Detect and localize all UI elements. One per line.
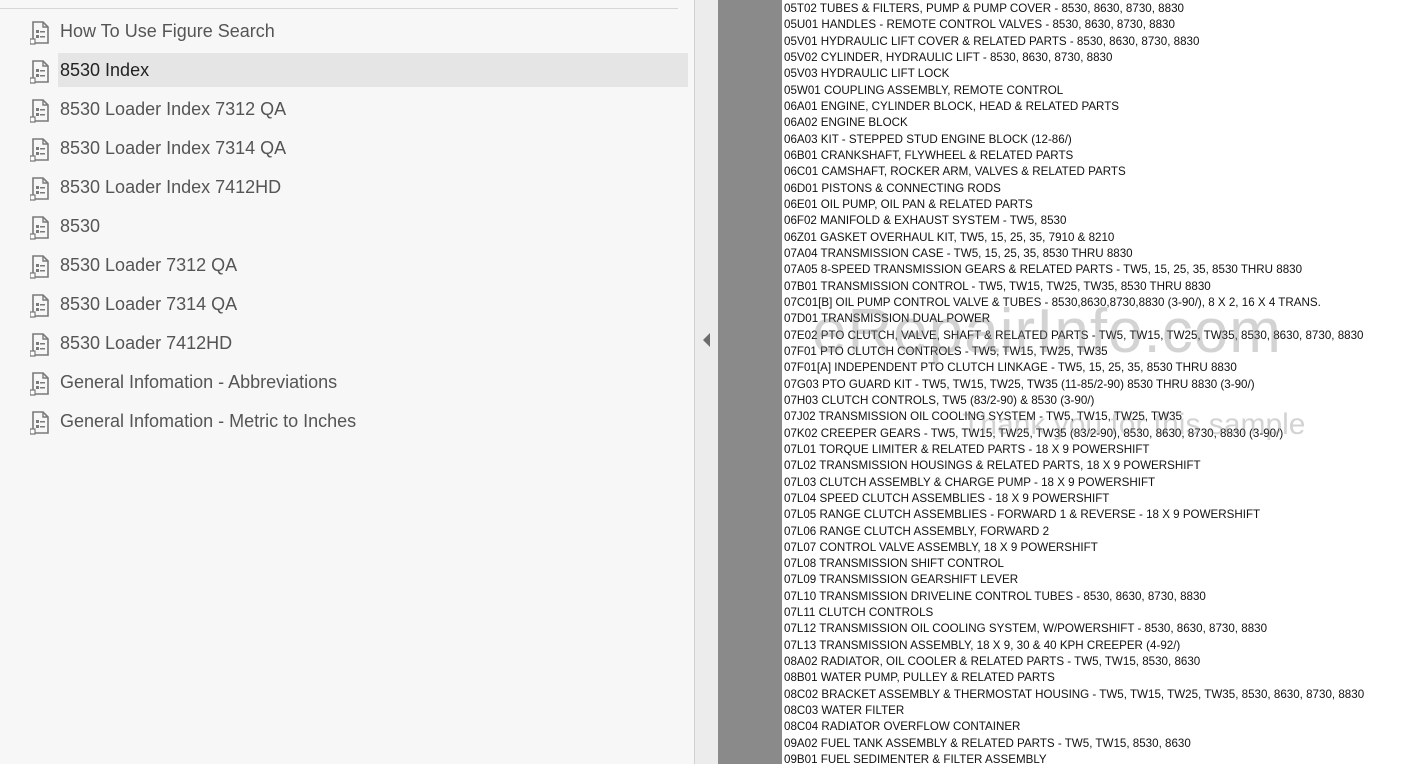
bookmark-label: General Infomation - Metric to Inches — [60, 411, 357, 431]
index-entry: 07L06 RANGE CLUTCH ASSEMBLY, FORWARD 2 — [784, 524, 1050, 538]
index-entry: 07F01 PTO CLUTCH CONTROLS - TW5, TW15, T… — [784, 344, 1108, 358]
page-bookmark-icon — [29, 216, 52, 240]
bookmark-label: 8530 Loader 7312 QA — [60, 255, 238, 275]
index-entry: 09B01 FUEL SEDIMENTER & FILTER ASSEMBLY — [784, 753, 1047, 764]
bookmark-label: How To Use Figure Search — [60, 21, 275, 41]
index-entry: 07F01[A] INDEPENDENT PTO CLUTCH LINKAGE … — [784, 361, 1237, 375]
page-bookmark-icon — [29, 21, 52, 45]
index-entry: 08B01 WATER PUMP, PULLEY & RELATED PARTS — [784, 671, 1055, 685]
index-entry: 08A02 RADIATOR, OIL COOLER & RELATED PAR… — [784, 655, 1201, 669]
bookmark-item[interactable]: 8530 — [0, 209, 694, 243]
bookmark-item[interactable]: 8530 Loader 7412HD — [0, 326, 694, 360]
index-entry: 07L03 CLUTCH ASSEMBLY & CHARGE PUMP - 18… — [784, 475, 1156, 489]
index-entry: 08C04 RADIATOR OVERFLOW CONTAINER — [784, 720, 1021, 734]
page-bookmark-icon — [29, 333, 52, 357]
index-entry: 07L01 TORQUE LIMITER & RELATED PARTS - 1… — [784, 442, 1150, 456]
page-bookmark-icon — [29, 99, 52, 123]
index-entry: 07A04 TRANSMISSION CASE - TW5, 15, 25, 3… — [784, 246, 1133, 260]
index-entry: 06E01 OIL PUMP, OIL PAN & RELATED PARTS — [784, 197, 1033, 211]
divider — [0, 8, 678, 9]
index-entry: 06B01 CRANKSHAFT, FLYWHEEL & RELATED PAR… — [784, 148, 1074, 162]
index-list: 05T02 TUBES & FILTERS, PUMP & PUMP COVER… — [784, 1, 1364, 764]
index-entry: 06A01 ENGINE, CYLINDER BLOCK, HEAD & REL… — [784, 99, 1120, 113]
bookmark-label: 8530 Index — [60, 60, 150, 80]
bookmarks-panel: How To Use Figure Search 8530 Index 8530 L… — [0, 0, 694, 764]
bookmark-item[interactable]: 8530 Loader Index 7312 QA — [0, 92, 694, 126]
page-bookmark-icon — [29, 255, 52, 279]
index-entry: 07L05 RANGE CLUTCH ASSEMBLIES - FORWARD … — [784, 508, 1261, 522]
bookmark-label: 8530 Loader Index 7412HD — [60, 177, 282, 197]
index-entry: 05U01 HANDLES - REMOTE CONTROL VALVES - … — [784, 18, 1175, 32]
index-entry: 06D01 PISTONS & CONNECTING RODS — [784, 181, 1001, 195]
bookmark-label: 8530 Loader Index 7314 QA — [60, 138, 287, 158]
bookmark-label: 8530 — [60, 216, 101, 236]
index-entry: 05V02 CYLINDER, HYDRAULIC LIFT - 8530, 8… — [784, 50, 1113, 64]
index-entry: 07H03 CLUTCH CONTROLS, TW5 (83/2-90) & 8… — [784, 393, 1095, 407]
page-bookmark-icon — [29, 177, 52, 201]
bookmark-item[interactable]: General Infomation - Abbreviations — [0, 365, 694, 399]
page-bookmark-icon — [29, 138, 52, 162]
index-entry: 07B01 TRANSMISSION CONTROL - TW5, TW15, … — [784, 279, 1211, 293]
bookmark-item[interactable]: 8530 Loader 7312 QA — [0, 248, 694, 282]
index-entry: 07K02 CREEPER GEARS - TW5, TW15, TW25, T… — [784, 426, 1284, 440]
index-entry: 05T02 TUBES & FILTERS, PUMP & PUMP COVER… — [784, 2, 1184, 15]
index-entry: 07L12 TRANSMISSION OIL COOLING SYSTEM, W… — [784, 622, 1268, 636]
index-entry: 07L04 SPEED CLUTCH ASSEMBLIES - 18 X 9 P… — [784, 491, 1110, 505]
bookmark-item[interactable]: 8530 Loader Index 7314 QA — [0, 131, 694, 165]
index-entry: 05W01 COUPLING ASSEMBLY, REMOTE CONTROL — [784, 83, 1064, 97]
index-entry: 07L10 TRANSMISSION DRIVELINE CONTROL TUB… — [784, 589, 1206, 603]
bookmark-item[interactable]: General Infomation - Metric to Inches — [0, 404, 694, 438]
page-bookmark-icon — [29, 372, 52, 396]
bookmark-item[interactable]: How To Use Figure Search — [0, 14, 694, 48]
bookmark-item[interactable]: 8530 Loader 7314 QA — [0, 287, 694, 321]
page-bookmark-icon — [29, 411, 52, 435]
index-entry: 07A05 8-SPEED TRANSMISSION GEARS & RELAT… — [784, 263, 1303, 277]
index-entry: 07L11 CLUTCH CONTROLS — [784, 606, 934, 620]
index-entry: 06C01 CAMSHAFT, ROCKER ARM, VALVES & REL… — [784, 165, 1126, 179]
bookmark-item[interactable]: 8530 Index — [0, 53, 694, 87]
page-bookmark-icon — [29, 60, 52, 84]
document-page: 05T02 TUBES & FILTERS, PUMP & PUMP COVER… — [782, 0, 1416, 764]
index-entry: 07L02 TRANSMISSION HOUSINGS & RELATED PA… — [784, 459, 1201, 473]
index-entry: 07J02 TRANSMISSION OIL COOLING SYSTEM - … — [784, 410, 1182, 424]
index-entry: 09A02 FUEL TANK ASSEMBLY & RELATED PARTS… — [784, 736, 1191, 750]
bookmark-label: General Infomation - Abbreviations — [60, 372, 338, 392]
index-entry: 06A03 KIT - STEPPED STUD ENGINE BLOCK (1… — [784, 132, 1072, 146]
page-bookmark-icon — [29, 294, 52, 318]
index-entry: 07D01 TRANSMISSION DUAL POWER — [784, 312, 991, 326]
index-entry: 07E02 PTO CLUTCH, VALVE, SHAFT & RELATED… — [784, 328, 1364, 342]
index-entry: 08C02 BRACKET ASSEMBLY & THERMOSTAT HOUS… — [784, 687, 1365, 701]
index-entry: 05V01 HYDRAULIC LIFT COVER & RELATED PAR… — [784, 34, 1200, 48]
bookmark-list: How To Use Figure Search 8530 Index 8530 L… — [0, 14, 694, 443]
bookmark-label: 8530 Loader 7412HD — [60, 333, 233, 353]
index-entry: 07L09 TRANSMISSION GEARSHIFT LEVER — [784, 573, 1019, 587]
bookmark-label: 8530 Loader 7314 QA — [60, 294, 238, 314]
index-entry: 07L07 CONTROL VALVE ASSEMBLY, 18 X 9 POW… — [784, 540, 1098, 554]
document-viewer[interactable]: 05T02 TUBES & FILTERS, PUMP & PUMP COVER… — [718, 0, 1416, 764]
bookmark-item[interactable]: 8530 Loader Index 7412HD — [0, 170, 694, 204]
index-entry: 07L13 TRANSMISSION ASSEMBLY, 18 X 9, 30 … — [784, 638, 1181, 652]
index-entry: 07C01[B] OIL PUMP CONTROL VALVE & TUBES … — [784, 295, 1321, 309]
index-entry: 06A02 ENGINE BLOCK — [784, 116, 908, 130]
selection-highlight — [58, 53, 688, 87]
index-entry: 07G03 PTO GUARD KIT - TW5, TW15, TW25, T… — [784, 377, 1255, 391]
index-entry: 07L08 TRANSMISSION SHIFT CONTROL — [784, 557, 1004, 571]
panel-splitter[interactable] — [694, 0, 718, 764]
index-entry: 08C03 WATER FILTER — [784, 704, 905, 718]
index-entry: 06F02 MANIFOLD & EXHAUST SYSTEM - TW5, 8… — [784, 214, 1067, 228]
index-entry: 06Z01 GASKET OVERHAUL KIT, TW5, 15, 25, … — [784, 230, 1115, 244]
chevron-left-icon[interactable] — [703, 333, 710, 347]
bookmark-label: 8530 Loader Index 7312 QA — [60, 99, 287, 119]
index-entry: 05V03 HYDRAULIC LIFT LOCK — [784, 67, 950, 81]
